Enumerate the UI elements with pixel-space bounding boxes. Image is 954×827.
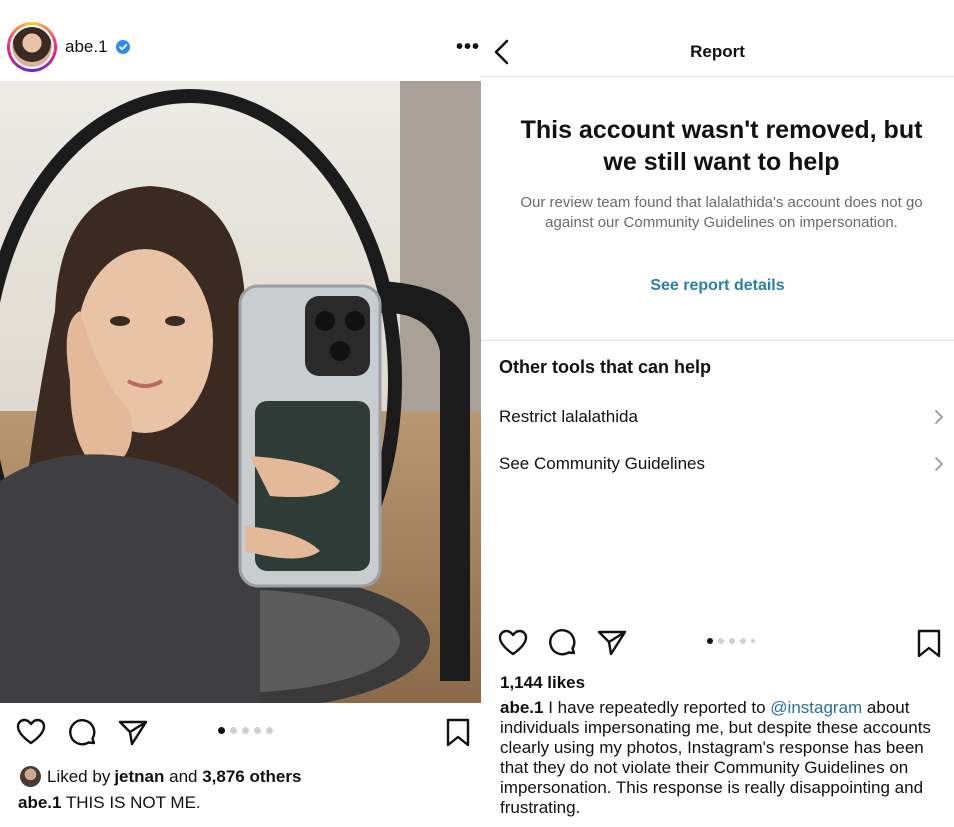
liked-by: Liked by jetnan and 3,876 others — [20, 766, 301, 787]
report-body: Our review team found that lalalathida's… — [520, 194, 923, 231]
restrict-row[interactable]: Restrict lalalathida — [499, 407, 944, 437]
carousel-dot — [751, 639, 755, 643]
post-actions — [0, 716, 481, 750]
bookmark-icon[interactable] — [917, 629, 941, 659]
tool-label: See Community Guidelines — [499, 454, 705, 473]
liked-by-prefix: Liked by — [47, 766, 111, 786]
carousel-dot — [242, 727, 249, 734]
report-header: Report — [481, 27, 954, 77]
avatar[interactable] — [7, 22, 57, 72]
post-caption: abe.1 I have repeatedly reported to @ins… — [500, 698, 945, 818]
report-headline: This account wasn't removed, but we stil… — [520, 116, 923, 176]
post-actions — [481, 626, 954, 660]
share-icon[interactable] — [597, 629, 627, 657]
carousel-dot — [729, 638, 735, 644]
carousel-dot — [230, 727, 237, 734]
heart-icon[interactable] — [16, 718, 46, 746]
verified-badge-icon — [116, 40, 130, 54]
caption-text: THIS IS NOT ME. — [61, 793, 201, 812]
caption-username[interactable]: abe.1 — [500, 698, 543, 717]
carousel-dot — [718, 638, 724, 644]
liked-by-others[interactable]: 3,876 others — [202, 767, 301, 787]
tools-title: Other tools that can help — [499, 357, 712, 377]
carousel-dots — [707, 638, 755, 644]
carousel-dot — [266, 727, 273, 734]
liker-avatar[interactable] — [20, 766, 41, 787]
community-guidelines-row[interactable]: See Community Guidelines — [499, 454, 944, 484]
selfie-image — [0, 81, 481, 703]
report-title: Report — [690, 42, 745, 61]
more-icon[interactable]: ••• — [456, 36, 480, 59]
carousel-dot — [218, 727, 225, 734]
see-report-details-link[interactable]: See report details — [481, 277, 954, 295]
heart-icon[interactable] — [498, 629, 528, 657]
comment-icon[interactable] — [68, 718, 98, 748]
post-caption: abe.1 THIS IS NOT ME. — [18, 793, 201, 813]
report-panel: Report This account wasn't removed, but … — [481, 0, 954, 827]
carousel-dot — [740, 638, 746, 644]
post-panel: abe.1 ••• Liked by jetnan and 3,876 othe… — [0, 0, 481, 827]
comment-icon[interactable] — [548, 628, 578, 658]
liked-by-middle: and — [164, 766, 203, 786]
caption-username[interactable]: abe.1 — [18, 793, 61, 812]
like-count[interactable]: 1,144 likes — [500, 673, 585, 693]
post-header: abe.1 ••• — [0, 14, 481, 80]
caption-text: I have repeatedly reported to — [543, 698, 771, 717]
bookmark-icon[interactable] — [446, 718, 470, 748]
post-username[interactable]: abe.1 — [65, 37, 108, 57]
liked-by-user[interactable]: jetnan — [114, 767, 164, 787]
chevron-right-icon — [935, 457, 943, 471]
instagram-mention-link[interactable]: @instagram — [770, 698, 862, 717]
divider — [481, 340, 954, 341]
carousel-dot — [707, 638, 713, 644]
post-photo — [0, 81, 481, 703]
chevron-right-icon — [935, 410, 943, 424]
share-icon[interactable] — [118, 719, 148, 747]
carousel-dot — [254, 727, 261, 734]
tool-label: Restrict lalalathida — [499, 407, 638, 426]
carousel-dots — [218, 727, 273, 734]
